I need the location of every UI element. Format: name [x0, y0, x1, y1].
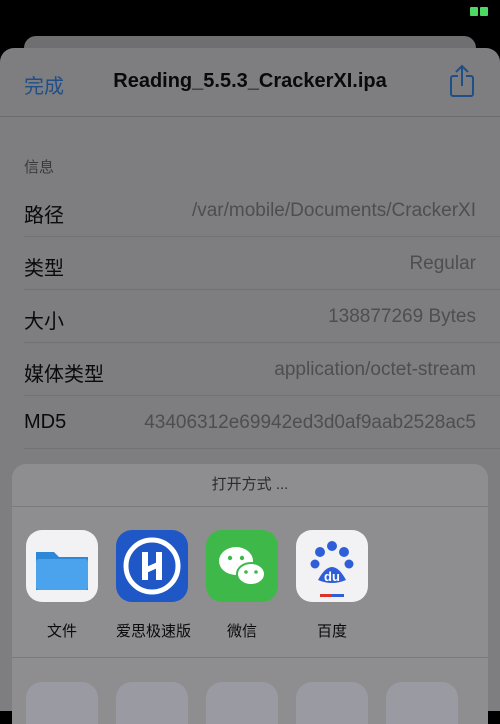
- status-bar: [0, 0, 500, 24]
- open-with-title: 打开方式 ...: [12, 464, 488, 507]
- battery-icon: [470, 7, 488, 16]
- app-name: 爱思极速版: [116, 623, 192, 640]
- action-icon[interactable]: [206, 682, 278, 724]
- app-name: 文件: [46, 623, 77, 640]
- action-icon[interactable]: [26, 682, 98, 724]
- divider: [24, 448, 500, 449]
- svg-text:du: du: [324, 569, 340, 584]
- action-icon[interactable]: [386, 682, 458, 724]
- app-name: 百度: [316, 623, 347, 640]
- info-row-md5: MD5 43406312e69942ed3d0af9aab2528ac5: [0, 396, 500, 449]
- info-row-media-type: 媒体类型 application/octet-stream: [0, 343, 500, 396]
- info-row-path: 路径 /var/mobile/Documents/CrackerXI: [0, 184, 500, 237]
- app-baidu[interactable]: du 百度: [296, 530, 368, 641]
- info-row-type: 类型 Regular: [0, 237, 500, 290]
- info-label: MD5: [24, 411, 67, 433]
- divider: [12, 657, 488, 658]
- info-label: 大小: [24, 311, 64, 333]
- open-with-sheet: 打开方式 ... 文件 爱思极速版 微信 du 百度: [12, 464, 488, 724]
- info-row-size: 大小 138877269 Bytes: [0, 290, 500, 343]
- app-files[interactable]: 文件: [26, 530, 98, 641]
- app-wechat[interactable]: 微信: [206, 530, 278, 641]
- wechat-icon: [206, 530, 278, 602]
- info-label: 类型: [24, 258, 64, 280]
- share-icon[interactable]: [448, 64, 476, 98]
- info-label: 路径: [24, 205, 64, 227]
- info-section-title: 信息: [24, 159, 55, 176]
- info-value: /var/mobile/Documents/CrackerXI: [191, 200, 476, 221]
- info-value: 43406312e69942ed3d0af9aab2528ac5: [144, 412, 476, 433]
- page-title: Reading_5.5.3_CrackerXI.ipa: [113, 70, 387, 92]
- app-name: 微信: [226, 623, 257, 640]
- action-icon[interactable]: [296, 682, 368, 724]
- baidu-icon: du: [296, 530, 368, 602]
- info-value: application/octet-stream: [274, 359, 476, 380]
- action-icon[interactable]: [116, 682, 188, 724]
- aisi-icon: [116, 530, 188, 602]
- info-value: 138877269 Bytes: [328, 306, 476, 327]
- navigation-bar: 完成 Reading_5.5.3_CrackerXI.ipa: [0, 48, 500, 117]
- app-aisi[interactable]: 爱思极速版: [116, 530, 192, 641]
- folder-icon: [26, 530, 98, 602]
- info-label: 媒体类型: [24, 364, 104, 386]
- info-value: Regular: [409, 253, 476, 274]
